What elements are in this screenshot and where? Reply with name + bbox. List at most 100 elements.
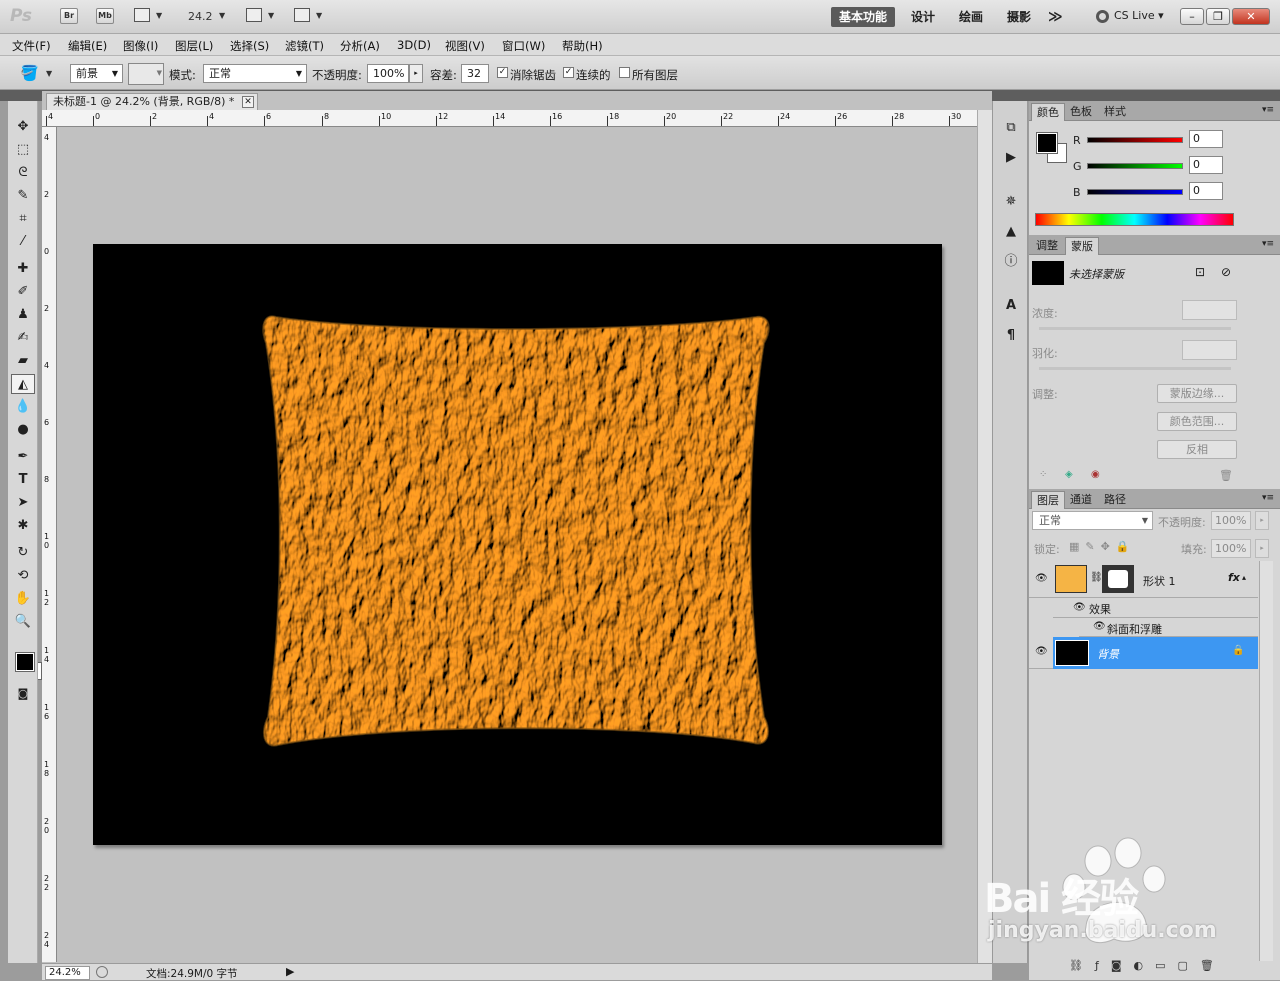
healing-brush-tool-icon[interactable]: ✚ <box>11 259 35 279</box>
layer-fill-thumbnail[interactable] <box>1055 565 1087 593</box>
paragraph-panel-icon[interactable]: ¶ <box>1001 327 1021 345</box>
menu-help[interactable]: 帮助(H) <box>562 38 603 54</box>
workspace-photography[interactable]: 摄影 <box>999 7 1039 27</box>
feather-input[interactable] <box>1182 340 1237 360</box>
tab-swatches[interactable]: 色板 <box>1065 103 1097 121</box>
panel-menu-icon[interactable]: ▾≡ <box>1262 105 1274 115</box>
visibility-eye-icon[interactable]: 👁 <box>1035 646 1048 657</box>
antialias-checkbox[interactable]: ✓ <box>497 67 508 78</box>
type-tool-icon[interactable]: T <box>11 470 35 490</box>
tab-adjustments[interactable]: 调整 <box>1031 237 1063 255</box>
density-input[interactable] <box>1182 300 1237 320</box>
vector-mask-thumbnail[interactable] <box>1102 565 1134 593</box>
blur-tool-icon[interactable]: 💧 <box>11 397 35 417</box>
workspace-design[interactable]: 设计 <box>903 7 943 27</box>
load-selection-icon[interactable]: ⁘ <box>1039 469 1047 480</box>
visibility-eye-icon[interactable]: 👁 <box>1093 621 1106 632</box>
lasso-tool-icon[interactable]: ᘓ <box>11 163 35 183</box>
mini-bridge-button[interactable]: Mb <box>96 8 114 24</box>
layers-footer-icons[interactable]: ⛓ƒ◙◐▭▢🗑 <box>1069 959 1226 972</box>
visibility-eye-icon[interactable]: 👁 <box>1073 602 1086 613</box>
status-zoom[interactable]: 24.2% <box>45 966 90 980</box>
status-menu-arrow-icon[interactable]: ▶ <box>286 965 294 978</box>
minimize-button[interactable]: – <box>1180 8 1204 25</box>
tab-styles[interactable]: 样式 <box>1099 103 1131 121</box>
blue-value[interactable]: 0 <box>1189 182 1223 200</box>
clone-stamp-tool-icon[interactable]: ♟ <box>11 305 35 325</box>
brush-tool-icon[interactable]: ✐ <box>11 282 35 302</box>
vertical-scrollbar[interactable] <box>977 110 992 963</box>
zoom-tool-icon[interactable]: 🔍 <box>11 612 35 632</box>
green-value[interactable]: 0 <box>1189 156 1223 174</box>
more-workspaces-icon[interactable]: ≫ <box>1040 7 1071 27</box>
mask-edge-button[interactable]: 蒙版边缘... <box>1157 384 1237 403</box>
menu-filter[interactable]: 滤镜(T) <box>285 38 324 54</box>
info-panel-icon[interactable]: ⓘ <box>1001 253 1021 271</box>
paint-bucket-tool-icon[interactable]: ◭ <box>11 374 35 394</box>
character-panel-icon[interactable]: A <box>1001 297 1021 315</box>
chevron-down-icon[interactable]: ▼ <box>268 11 274 20</box>
layer-name[interactable]: 背景 <box>1097 646 1119 662</box>
hand-tool-icon[interactable]: ✋ <box>11 589 35 609</box>
bridge-button[interactable]: Br <box>60 8 78 24</box>
pattern-picker[interactable]: ▼ <box>128 63 164 85</box>
custom-shape-tool-icon[interactable]: ✱ <box>11 516 35 536</box>
apply-mask-icon[interactable]: ◈ <box>1065 469 1073 480</box>
panel-menu-icon[interactable]: ▾≡ <box>1262 493 1274 503</box>
menu-layer[interactable]: 图层(L) <box>175 38 213 54</box>
tab-paths[interactable]: 路径 <box>1099 491 1131 509</box>
chevron-down-icon[interactable]: ▼ <box>156 11 162 20</box>
collapse-effects-icon[interactable]: ▴ <box>1242 573 1246 582</box>
vector-mask-icon[interactable]: ⊘ <box>1221 265 1231 279</box>
tab-masks[interactable]: 蒙版 <box>1065 237 1099 255</box>
visibility-eye-icon[interactable]: 👁 <box>1035 573 1048 584</box>
close-tab-icon[interactable]: ✕ <box>242 96 254 108</box>
history-panel-icon[interactable]: ⧉ <box>1001 119 1021 137</box>
pen-tool-icon[interactable]: ✒ <box>11 447 35 467</box>
red-slider[interactable] <box>1087 137 1183 143</box>
disable-mask-icon[interactable]: ◉ <box>1091 469 1100 480</box>
layers-scrollbar[interactable] <box>1259 561 1273 961</box>
workspace-essentials[interactable]: 基本功能 <box>831 7 896 27</box>
red-value[interactable]: 0 <box>1189 130 1223 148</box>
menu-select[interactable]: 选择(S) <box>230 38 269 54</box>
path-selection-tool-icon[interactable]: ➤ <box>11 493 35 513</box>
paint-bucket-tool-icon[interactable]: 🪣 <box>20 64 39 82</box>
layer-opacity-input[interactable]: 100% <box>1211 511 1251 530</box>
menu-file[interactable]: 文件(F) <box>12 38 51 54</box>
move-tool-icon[interactable]: ✥ <box>11 117 35 137</box>
feather-slider[interactable] <box>1039 367 1231 370</box>
layer-opacity-slider-button[interactable]: ▸ <box>1255 511 1269 530</box>
navigator-panel-icon[interactable]: ✵ <box>1001 193 1021 211</box>
close-button[interactable]: ✕ <box>1232 8 1270 25</box>
layer-name[interactable]: 形状 1 <box>1143 573 1176 589</box>
menu-analysis[interactable]: 分析(A) <box>340 38 380 54</box>
foreground-color-swatch[interactable] <box>15 652 35 672</box>
blue-slider[interactable] <box>1087 189 1183 195</box>
fill-slider-button[interactable]: ▸ <box>1255 539 1269 558</box>
menu-3d[interactable]: 3D(D) <box>397 38 431 52</box>
contiguous-checkbox[interactable]: ✓ <box>563 67 574 78</box>
layer-thumbnail[interactable] <box>1055 640 1089 666</box>
menu-window[interactable]: 窗口(W) <box>502 38 545 54</box>
chevron-down-icon[interactable]: ▼ <box>219 11 225 20</box>
quick-mask-icon[interactable]: ◙ <box>11 684 35 704</box>
foreground-color-swatch[interactable] <box>1036 132 1058 154</box>
extras-icon[interactable] <box>134 8 150 22</box>
chevron-down-icon[interactable]: ▼ <box>46 69 52 78</box>
opacity-input[interactable]: 100% <box>367 64 409 83</box>
status-info-icon[interactable] <box>96 966 108 978</box>
3d-rotate-tool-icon[interactable]: ↻ <box>11 543 35 563</box>
color-spectrum-bar[interactable] <box>1035 213 1234 226</box>
marquee-tool-icon[interactable]: ⬚ <box>11 140 35 160</box>
zoom-level[interactable]: 24.2 <box>188 10 213 23</box>
menu-view[interactable]: 视图(V) <box>445 38 485 54</box>
tab-channels[interactable]: 通道 <box>1065 491 1097 509</box>
layer-row-shape[interactable]: 👁 ⛓ 形状 1 fx ▴ <box>1029 561 1258 598</box>
lock-icons[interactable]: ▦✎✥🔒 <box>1069 540 1136 553</box>
density-slider[interactable] <box>1039 327 1231 330</box>
textured-shape-layer[interactable] <box>258 303 774 754</box>
bevel-emboss-row[interactable]: 👁 斜面和浮雕 <box>1079 618 1258 637</box>
pixel-mask-icon[interactable]: ⊡ <box>1195 265 1205 279</box>
link-icon[interactable]: ⛓ <box>1090 572 1103 583</box>
